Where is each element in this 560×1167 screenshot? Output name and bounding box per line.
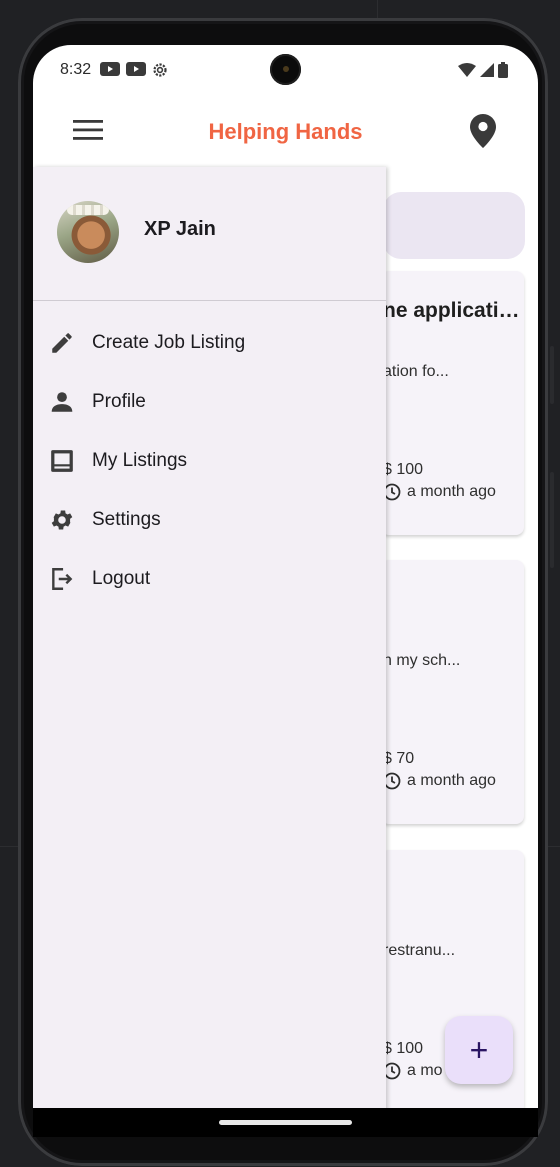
battery-icon <box>498 62 508 78</box>
avatar <box>57 201 119 263</box>
location-pin-icon[interactable] <box>470 114 496 148</box>
listing-price: $ 70 <box>383 750 415 767</box>
navigation-drawer: XP Jain Create Job Listing Profile My Li… <box>33 167 386 1137</box>
phone-side-button <box>550 346 554 404</box>
status-bar: 8:32 <box>33 45 538 95</box>
youtube-icon <box>100 62 120 76</box>
listings-icon <box>51 450 73 472</box>
settings-status-icon <box>153 63 167 77</box>
background-line <box>377 0 378 18</box>
listing-posted: a month ago <box>407 483 496 500</box>
drawer-item-settings[interactable]: Settings <box>33 492 386 551</box>
youtube-icon <box>126 62 146 76</box>
listing-description: n my sch... <box>383 652 461 669</box>
app-bar: Helping Hands <box>33 95 538 167</box>
drawer-header: XP Jain <box>33 167 386 301</box>
listing-description: ation fo... <box>383 363 449 380</box>
wifi-icon <box>458 63 476 77</box>
add-listing-button[interactable]: + <box>445 1016 513 1084</box>
status-time: 8:32 <box>60 61 92 78</box>
system-nav-bar <box>33 1108 538 1137</box>
screen: 8:32 Helping Hands ne applicati… ation f… <box>33 45 538 1137</box>
person-icon <box>51 392 73 412</box>
listing-posted: a month ago <box>407 772 496 789</box>
front-camera <box>270 54 301 85</box>
drawer-item-logout[interactable]: Logout <box>33 551 386 610</box>
listing-price: $ 100 <box>383 461 424 478</box>
drawer-menu: Create Job Listing Profile My Listings S… <box>33 315 386 610</box>
drawer-item-my-listings[interactable]: My Listings <box>33 433 386 492</box>
drawer-item-label: Profile <box>92 391 146 412</box>
logout-icon <box>52 568 73 590</box>
listing-posted: a mo <box>407 1062 443 1079</box>
listing-time: a mo <box>383 1062 443 1080</box>
listing-card[interactable]: n my sch... $ 70 a month ago <box>381 560 524 824</box>
listing-title: ne applicati… <box>383 299 520 322</box>
app-title: Helping Hands <box>208 119 363 144</box>
listing-time: a month ago <box>383 483 496 501</box>
drawer-item-label: Logout <box>92 568 151 589</box>
home-gesture-handle[interactable] <box>219 1120 352 1125</box>
drawer-item-profile[interactable]: Profile <box>33 374 386 433</box>
listing-price: $ 100 <box>383 1040 424 1057</box>
listing-card[interactable]: ne applicati… ation fo... $ 100 a month … <box>381 271 524 535</box>
search-bar[interactable] <box>383 192 525 259</box>
pencil-icon <box>52 333 72 353</box>
user-name: XP Jain <box>144 218 216 240</box>
gear-icon <box>51 510 73 530</box>
drawer-item-create-job-listing[interactable]: Create Job Listing <box>33 315 386 374</box>
listing-time: a month ago <box>383 772 496 790</box>
drawer-item-label: Settings <box>92 509 161 530</box>
listing-description: restranu... <box>383 942 456 959</box>
signal-icon <box>480 63 494 77</box>
drawer-item-label: Create Job Listing <box>92 332 246 353</box>
drawer-item-label: My Listings <box>92 450 188 471</box>
phone-side-button <box>550 472 554 568</box>
